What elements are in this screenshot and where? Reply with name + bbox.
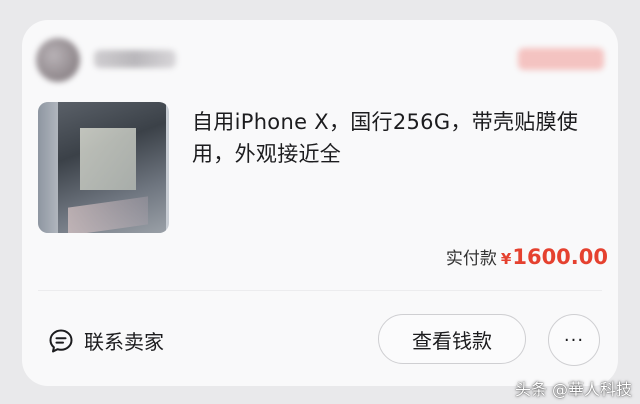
order-status-blurred	[518, 48, 604, 70]
order-card[interactable]: 自用iPhone X，国行256G，带壳贴膜使用，外观接近全 实付款 ¥ 160…	[22, 20, 618, 386]
divider	[38, 290, 602, 291]
chat-bubble-icon	[49, 329, 73, 352]
watermark: 头条 @華人科技	[514, 380, 632, 399]
product-thumbnail[interactable]	[38, 102, 169, 233]
price-amount: 1600.00	[512, 245, 608, 269]
contact-seller-button[interactable]: 联系卖家	[48, 326, 164, 355]
seller-name-blurred[interactable]	[94, 50, 176, 68]
product-title[interactable]: 自用iPhone X，国行256G，带壳贴膜使用，外观接近全	[192, 106, 596, 170]
more-options-button[interactable]: ···	[548, 314, 600, 366]
view-payment-button[interactable]: 查看钱款	[378, 314, 526, 364]
price-currency-symbol: ¥	[500, 250, 512, 268]
price-row: 实付款 ¥ 1600.00	[446, 244, 608, 269]
price-label: 实付款	[445, 249, 497, 269]
contact-seller-label: 联系卖家	[84, 330, 164, 354]
seller-avatar[interactable]	[36, 38, 80, 82]
